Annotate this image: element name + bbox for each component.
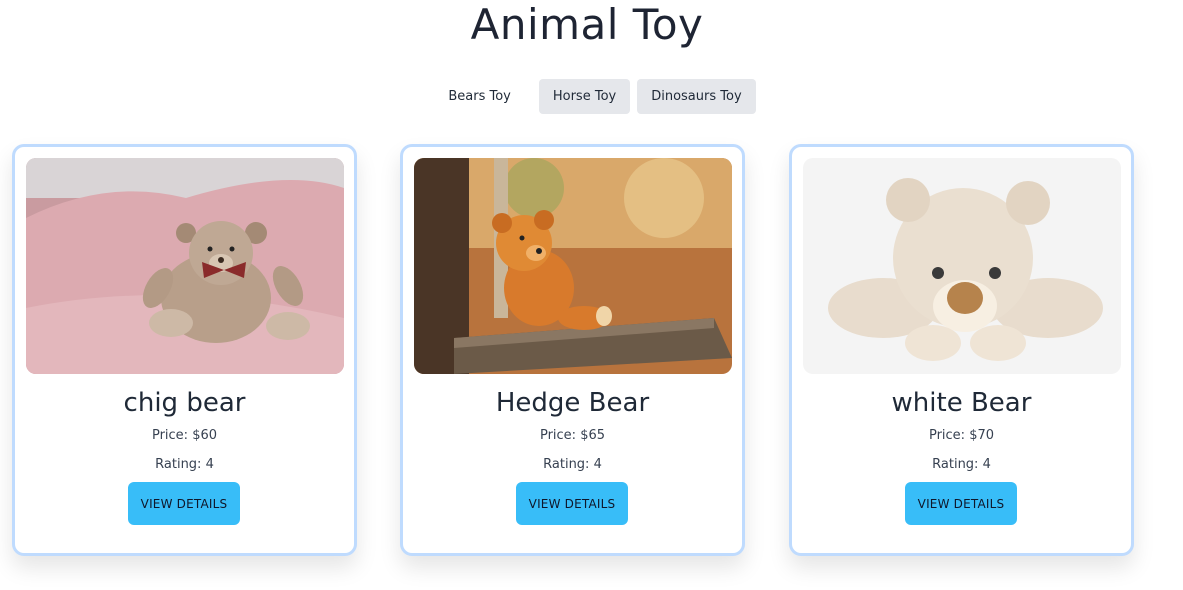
page: Animal Toy Bears Toy Horse Toy Dinosaurs… (0, 0, 1183, 590)
product-price: Price: $70 (928, 428, 995, 443)
product-price: Price: $60 (151, 428, 218, 443)
view-details-button[interactable]: VIEW DETAILS (905, 482, 1017, 525)
product-name: chig bear (123, 388, 246, 418)
tab-dinosaurs-toy[interactable]: Dinosaurs Toy (637, 79, 756, 114)
product-card: chig bear Price: $60 Rating: 4 VIEW DETA… (12, 144, 357, 556)
page-title: Animal Toy (470, 0, 704, 49)
view-details-button[interactable]: VIEW DETAILS (516, 482, 628, 525)
tab-bears-toy[interactable]: Bears Toy (434, 79, 525, 114)
product-image (803, 158, 1121, 374)
product-name: white Bear (891, 388, 1032, 418)
product-rating: Rating: 4 (155, 457, 214, 472)
product-rating: Rating: 4 (543, 457, 602, 472)
product-image (26, 158, 344, 374)
category-tabs: Bears Toy Horse Toy Dinosaurs Toy (0, 79, 1183, 114)
product-image (414, 158, 732, 374)
product-name: Hedge Bear (495, 388, 650, 418)
tab-horse-toy[interactable]: Horse Toy (538, 79, 631, 114)
product-card: white Bear Price: $70 Rating: 4 VIEW DET… (789, 144, 1134, 556)
product-rating: Rating: 4 (932, 457, 991, 472)
product-card: Hedge Bear Price: $65 Rating: 4 VIEW DET… (400, 144, 745, 556)
product-price: Price: $65 (539, 428, 606, 443)
view-details-button[interactable]: VIEW DETAILS (128, 482, 240, 525)
